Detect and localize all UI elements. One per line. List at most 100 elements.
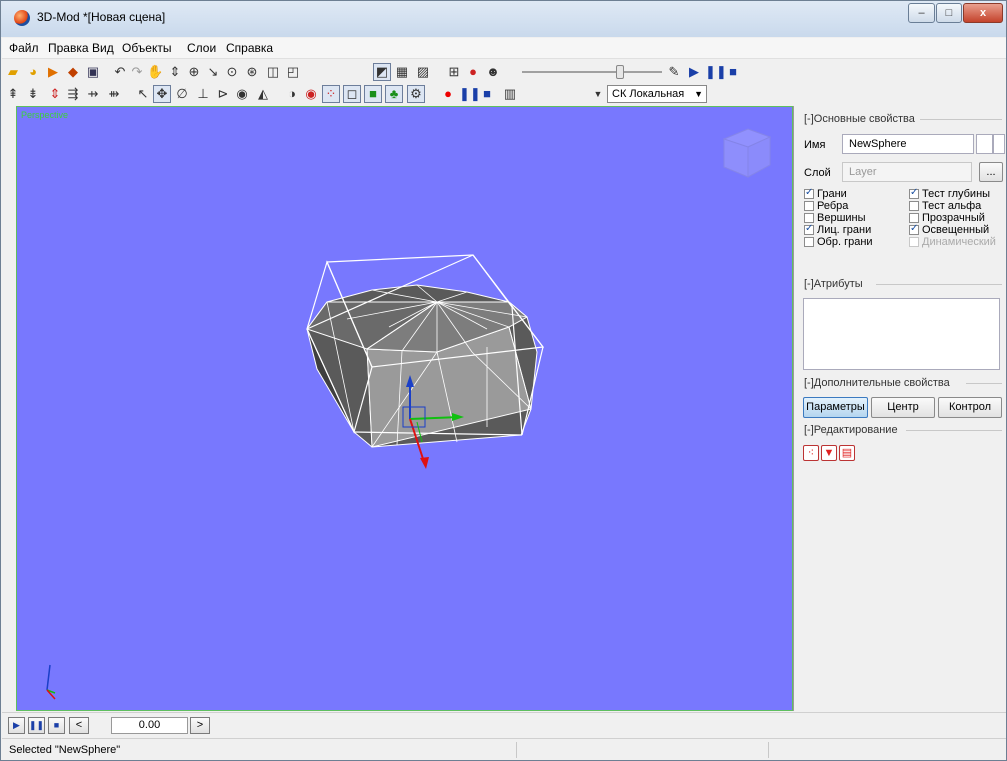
- zoom-icon[interactable]: ⊙: [224, 64, 240, 80]
- checkbox-edges[interactable]: Ребра: [804, 200, 848, 212]
- export-icon[interactable]: ◆: [65, 64, 81, 80]
- extra-properties-header[interactable]: [-]Дополнительные свойства: [804, 377, 950, 389]
- open-recent-icon[interactable]: ◕: [25, 64, 41, 80]
- undo-icon[interactable]: ↶: [112, 64, 128, 80]
- tool-5-icon[interactable]: ⇸: [85, 86, 101, 102]
- coordinate-system-select[interactable]: СК Локальная ▼: [607, 85, 707, 103]
- vertices-icon[interactable]: ⁘: [322, 85, 340, 103]
- render-icon[interactable]: ▥: [502, 86, 518, 102]
- checkbox-alpha-test[interactable]: Тест альфа: [909, 200, 981, 212]
- select-arrow-icon[interactable]: ↖: [135, 86, 151, 102]
- save-icon[interactable]: ▣: [85, 64, 101, 80]
- tab-parameters[interactable]: Параметры: [803, 397, 868, 418]
- status-text: Selected "NewSphere": [9, 744, 121, 756]
- lasso-icon[interactable]: ∅: [174, 86, 190, 102]
- attributes-list[interactable]: [803, 298, 1000, 370]
- edit-points-icon[interactable]: ⁖: [803, 445, 819, 461]
- play-icon[interactable]: ▶: [8, 717, 25, 734]
- redo-icon[interactable]: ↷: [129, 64, 145, 80]
- pan-hand-icon[interactable]: ✋: [147, 64, 163, 80]
- settings-icon[interactable]: ⚙: [407, 85, 425, 103]
- record-icon[interactable]: ●: [440, 86, 456, 102]
- checkbox-faces[interactable]: Грани: [804, 187, 847, 200]
- edit-delete-icon[interactable]: ▤: [839, 445, 855, 461]
- stop-icon[interactable]: ■: [48, 717, 65, 734]
- tree-icon[interactable]: ♣: [385, 85, 403, 103]
- play-icon[interactable]: ▶: [686, 64, 702, 80]
- eye-icon[interactable]: ◉: [234, 86, 250, 102]
- menu-objects[interactable]: Объекты: [122, 41, 172, 55]
- visibility-icon[interactable]: ◑: [284, 86, 300, 102]
- next-frame-button[interactable]: >: [190, 717, 210, 734]
- menu-layers[interactable]: Слои: [187, 41, 216, 55]
- orbit-icon[interactable]: ⊕: [186, 64, 202, 80]
- menu-file[interactable]: Файл: [9, 41, 39, 55]
- tool-4-icon[interactable]: ⇶: [65, 86, 81, 102]
- name-input[interactable]: NewSphere: [842, 134, 974, 154]
- editing-header[interactable]: [-]Редактирование: [804, 424, 898, 436]
- skull-icon[interactable]: ☻: [485, 64, 501, 80]
- checkbox-depth-test[interactable]: Тест глубины: [909, 187, 990, 200]
- zoom-extents-icon[interactable]: ⊛: [244, 64, 260, 80]
- tool-1-icon[interactable]: ⇞: [5, 86, 21, 102]
- layer-input[interactable]: Layer: [842, 162, 972, 182]
- layout-icon[interactable]: ⊞: [446, 64, 462, 80]
- time-slider-thumb[interactable]: [616, 65, 624, 79]
- checkbox-front-faces[interactable]: Лиц. грани: [804, 223, 871, 236]
- texture-icon[interactable]: ▨: [415, 64, 431, 80]
- menu-edit[interactable]: Правка: [48, 41, 89, 55]
- checkbox-back-faces[interactable]: Обр. грани: [804, 236, 873, 248]
- minimize-button[interactable]: –: [908, 3, 935, 23]
- dropdown-arrow-icon[interactable]: ▼: [590, 86, 606, 102]
- time-input[interactable]: 0.00: [111, 717, 188, 734]
- move-icon[interactable]: ✥: [153, 85, 171, 103]
- edit-select-icon[interactable]: ▼: [821, 445, 837, 461]
- fly-icon[interactable]: ↘: [205, 64, 221, 80]
- time-slider-track[interactable]: [522, 71, 662, 73]
- menu-help[interactable]: Справка: [226, 41, 273, 55]
- color-swatch-2[interactable]: [993, 134, 1005, 154]
- maximize-button[interactable]: □: [936, 3, 962, 23]
- tab-control[interactable]: Контрол: [938, 397, 1002, 418]
- tool-2-icon[interactable]: ⇟: [25, 86, 41, 102]
- checkbox-lit[interactable]: Освещенный: [909, 223, 989, 236]
- basic-properties-header[interactable]: [-]Основные свойства: [804, 113, 915, 125]
- scene-canvas: [46, 254, 545, 700]
- scale-icon[interactable]: ◭: [255, 86, 271, 102]
- 3d-viewport[interactable]: Perspective: [16, 106, 793, 711]
- checkbox-label: Прозрачный: [922, 212, 985, 224]
- pause-icon[interactable]: ❚❚: [705, 64, 727, 80]
- align-icon[interactable]: ⊥: [195, 86, 211, 102]
- edit-toolbar: ⇞ ⇟ ⇕ ⇶ ⇸ ⇻ ↖ ✥ ∅ ⊥ ⊳ ◉ ◭ ◑ ◉ ⁘ ◻ ■ ♣ ⚙ …: [2, 83, 1006, 105]
- checkbox-transparent[interactable]: Прозрачный: [909, 212, 985, 224]
- app-logo-icon: [14, 10, 30, 26]
- perspective-icon[interactable]: ◰: [285, 64, 301, 80]
- tab-center[interactable]: Центр: [871, 397, 935, 418]
- eye-red-icon[interactable]: ◉: [303, 86, 319, 102]
- wireframe-icon[interactable]: ◩: [373, 63, 391, 81]
- pause-icon[interactable]: ❚❚: [459, 86, 481, 102]
- box-view-icon[interactable]: ◫: [265, 64, 281, 80]
- layer-browse-button[interactable]: ...: [979, 162, 1003, 182]
- measure-icon[interactable]: ✎: [666, 64, 682, 80]
- solid-icon[interactable]: ■: [364, 85, 382, 103]
- pause-icon[interactable]: ❚❚: [28, 717, 45, 734]
- transform-icon[interactable]: ⊳: [215, 86, 231, 102]
- camera-icon[interactable]: ●: [465, 64, 481, 80]
- stop-icon[interactable]: ■: [725, 64, 741, 80]
- checkbox-label: Тест альфа: [922, 200, 982, 212]
- close-button[interactable]: x: [963, 3, 1003, 23]
- animation-bar: ▶ ❚❚ ■ < 0.00 >: [2, 712, 1006, 737]
- attributes-header[interactable]: [-]Атрибуты: [804, 278, 863, 290]
- rotate-icon[interactable]: ⇕: [167, 64, 183, 80]
- faces-icon[interactable]: ◻: [343, 85, 361, 103]
- previous-frame-button[interactable]: <: [69, 717, 89, 734]
- menu-view[interactable]: Вид: [92, 41, 114, 55]
- grid-icon[interactable]: ▦: [394, 64, 410, 80]
- import-icon[interactable]: ▶: [45, 64, 61, 80]
- tool-3-icon[interactable]: ⇕: [47, 86, 63, 102]
- open-folder-icon[interactable]: ▰: [5, 64, 21, 80]
- stop-icon[interactable]: ■: [479, 86, 495, 102]
- color-swatch[interactable]: [976, 134, 993, 154]
- tool-6-icon[interactable]: ⇻: [106, 86, 122, 102]
